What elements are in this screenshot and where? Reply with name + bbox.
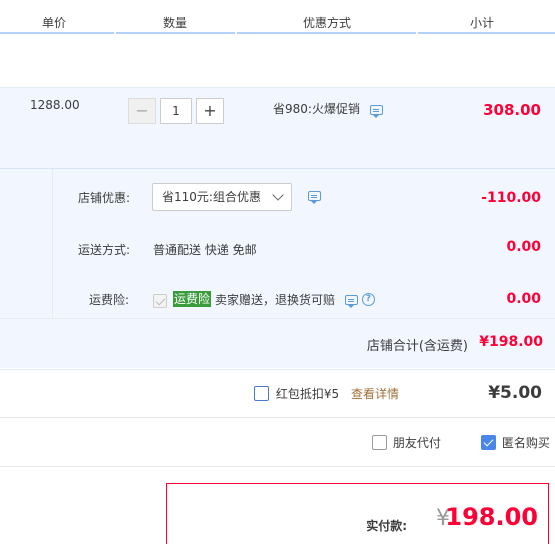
quantity-input[interactable]: 1 (160, 98, 192, 124)
anonymous-purchase-option[interactable]: 匿名购买 (481, 434, 550, 451)
shipping-insurance-text: 卖家赠送，退换货可赔 (215, 293, 336, 307)
order-table-header: 单价 数量 优惠方式 小计 (0, 0, 555, 34)
shop-discount-value: -110.00 (481, 190, 541, 206)
order-item-row: 1288.00 − 1 + 省980:火爆促销 308.00 (0, 87, 555, 168)
quantity-increase-button[interactable]: + (196, 98, 224, 124)
actual-payment-box: 实付款: ¥ 198.00 (166, 483, 549, 544)
anonymous-purchase-checkbox[interactable] (481, 435, 496, 450)
shipping-method-text: 普通配送 快递 免邮 (153, 243, 257, 257)
item-promotion: 省980:火爆促销 (273, 100, 383, 118)
payment-options-row: 朋友代付 匿名购买 (0, 419, 555, 467)
unit-price: 1288.00 (30, 98, 80, 112)
shipping-insurance-tag: 运费险 (173, 291, 212, 307)
quantity-decrease-button[interactable]: − (128, 98, 156, 124)
header-divider (235, 30, 237, 34)
divider (0, 318, 555, 319)
red-packet-checkbox[interactable] (254, 386, 269, 401)
shop-total-value: ¥198.00 (479, 334, 543, 350)
quantity-stepper: − 1 + (128, 98, 224, 124)
chevron-down-icon (272, 189, 284, 201)
red-packet-label: 红包抵扣¥5 (275, 387, 340, 401)
anonymous-purchase-label: 匿名购买 (501, 436, 550, 450)
friend-pay-option[interactable]: 朋友代付 (372, 434, 441, 451)
red-packet-amount: ¥5.00 (488, 383, 542, 403)
friend-pay-label: 朋友代付 (392, 436, 441, 450)
red-packet-option[interactable]: 红包抵扣¥5 查看详情 (254, 385, 399, 402)
shipping-insurance-checkbox (153, 294, 167, 308)
red-packet-row: 红包抵扣¥5 查看详情 ¥5.00 (0, 369, 555, 418)
col-header-quantity: 数量 (163, 16, 188, 30)
shipping-insurance-value: 0.00 (506, 291, 541, 307)
insurance-chat-icon[interactable] (345, 294, 358, 308)
header-divider (416, 30, 418, 34)
item-promotion-text: 省980:火爆促销 (273, 102, 360, 116)
actual-payment-amount: 198.00 (445, 503, 538, 531)
question-icon[interactable]: ? (361, 293, 375, 306)
shipping-fee-value: 0.00 (506, 239, 541, 255)
col-header-price: 单价 (42, 16, 67, 30)
col-header-promotion: 优惠方式 (303, 16, 352, 30)
insurance-info-icons: ? (345, 292, 375, 308)
shop-total-label: 店铺合计(含运费) (366, 339, 468, 354)
shop-summary-section: 店铺优惠: 省110元:组合优惠 -110.00 运送方式: 普通配送 快递 免… (0, 168, 555, 368)
shop-discount-label: 店铺优惠: (78, 191, 131, 205)
item-subtotal: 308.00 (483, 101, 541, 119)
shop-discount-select-value: 省110元:组合优惠 (162, 190, 261, 204)
friend-pay-checkbox[interactable] (372, 435, 387, 450)
shipping-method-label: 运送方式: (78, 243, 131, 257)
shop-discount-select[interactable]: 省110元:组合优惠 (152, 183, 292, 211)
discount-info-icon[interactable] (308, 191, 321, 204)
promo-info-icon[interactable] (369, 104, 383, 118)
col-header-subtotal: 小计 (470, 16, 495, 30)
actual-payment-label: 实付款: (366, 519, 407, 533)
shipping-insurance-label: 运费险: (89, 293, 130, 307)
header-divider (114, 30, 116, 34)
view-details-link[interactable]: 查看详情 (351, 387, 399, 401)
